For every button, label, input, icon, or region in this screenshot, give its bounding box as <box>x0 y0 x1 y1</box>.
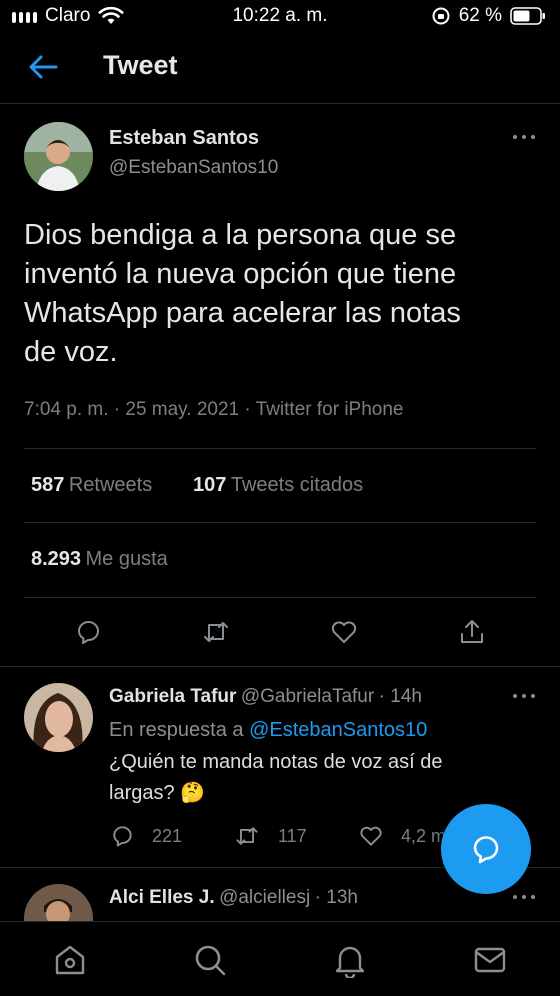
reply-text: ¿Quién te manda notas de voz así de larg… <box>109 747 539 809</box>
notifications-icon[interactable] <box>332 942 368 978</box>
author-name[interactable]: Esteban Santos <box>109 127 259 150</box>
orientation-lock-icon <box>432 7 450 25</box>
tweet-meta: 7:04 p. m. · 25 may. 2021 · Twitter for … <box>24 399 404 420</box>
top-header: Tweet <box>0 32 560 104</box>
reply-reply-icon[interactable] <box>109 823 135 849</box>
tweet-text-line: Dios bendiga a la persona que se <box>24 219 457 251</box>
tweet-text: Dios bendiga a la persona que se inventó… <box>24 216 544 372</box>
next-reply-author-handle[interactable]: @alciellesj <box>219 887 310 908</box>
reply-to-handle-link[interactable]: @EstebanSantos10 <box>249 719 427 741</box>
retweets-label: Retweets <box>68 474 153 496</box>
status-bar: Claro 10:22 a. m. 62 % <box>0 0 560 32</box>
messages-icon[interactable] <box>472 942 508 978</box>
reply-likes-count: 4,2 m <box>401 826 447 846</box>
quotes-label: Tweets citados <box>230 474 364 496</box>
reply-author-handle[interactable]: @GabrielaTafur <box>241 686 374 707</box>
reply-time: · 14h <box>378 686 422 707</box>
tweet-text-line: de voz. <box>24 336 118 368</box>
likes-label: Me gusta <box>85 548 168 570</box>
reply-retweet-icon[interactable] <box>233 823 261 849</box>
tweet-text-line: inventó la nueva opción que tiene <box>24 258 457 290</box>
reply-replies-count: 221 <box>152 826 183 846</box>
divider <box>24 597 536 598</box>
quotes-stat[interactable]: 107 Tweets citados <box>193 474 363 497</box>
reply-more-options-icon[interactable] <box>513 694 535 700</box>
next-reply-time: · 13h <box>314 887 358 908</box>
reply-author-name[interactable]: Gabriela Tafur <box>109 686 236 707</box>
next-reply-header: Alci Elles J. @alciellesj · 13h <box>109 887 358 909</box>
retweet-icon[interactable] <box>201 617 231 647</box>
divider <box>24 448 536 449</box>
tweet-text-line: WhatsApp para acelerar las notas <box>24 297 461 329</box>
next-reply-author-name[interactable]: Alci Elles J. <box>109 887 215 908</box>
retweets-stat[interactable]: 587 Retweets <box>31 474 152 497</box>
reply-like-icon[interactable] <box>358 823 384 849</box>
status-right: 62 % <box>431 5 546 27</box>
battery-percent: 62 % <box>458 5 502 26</box>
likes-stat[interactable]: 8.293 Me gusta <box>31 548 168 571</box>
reply-icon[interactable] <box>73 617 103 647</box>
search-icon[interactable] <box>192 942 228 978</box>
reply-to-line: En respuesta a @EstebanSantos10 <box>109 719 427 742</box>
arrow-left-icon[interactable] <box>26 52 60 82</box>
reply-text-line: ¿Quién te manda notas de voz así de <box>109 751 443 773</box>
reply-retweets-count: 117 <box>278 826 307 846</box>
like-icon[interactable] <box>329 617 359 647</box>
next-reply-avatar[interactable] <box>24 884 93 921</box>
reply-to-prefix: En respuesta a <box>109 719 244 741</box>
quotes-count: 107 <box>193 474 227 496</box>
more-options-icon[interactable] <box>513 135 535 141</box>
reply-header: Gabriela Tafur @GabrielaTafur · 14h <box>109 686 422 708</box>
divider <box>0 666 560 667</box>
likes-count: 8.293 <box>31 548 82 570</box>
author-handle[interactable]: @EstebanSantos10 <box>109 157 278 179</box>
page-title: Tweet <box>103 50 178 80</box>
author-avatar[interactable] <box>24 122 93 191</box>
home-icon[interactable] <box>52 942 88 978</box>
reply-author-avatar[interactable] <box>24 683 93 752</box>
retweets-count: 587 <box>31 474 65 496</box>
compose-reply-icon <box>473 836 499 864</box>
next-reply-more-options-icon[interactable] <box>513 895 535 901</box>
divider <box>24 522 536 523</box>
battery-icon <box>510 7 545 25</box>
compose-reply-button[interactable] <box>441 804 531 894</box>
bottom-nav <box>0 921 560 996</box>
share-icon[interactable] <box>457 617 487 647</box>
